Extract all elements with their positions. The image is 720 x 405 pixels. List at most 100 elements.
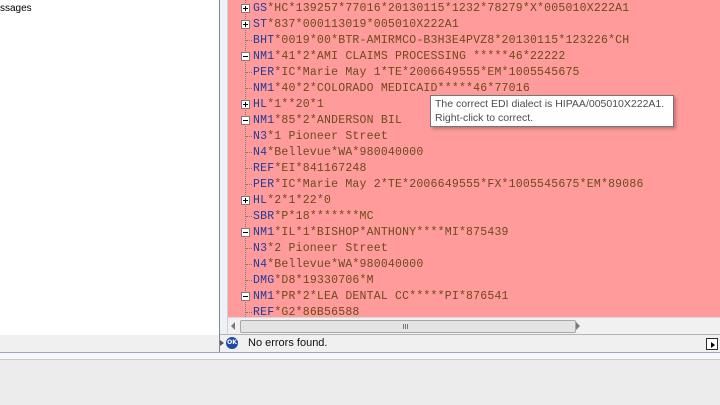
segment-id: N3 <box>253 242 268 255</box>
segment-text[interactable]: N3*2 Pioneer Street <box>253 241 388 257</box>
segment-text[interactable]: N4*Bellevue*WA*980040000 <box>253 257 423 273</box>
segment-data: *41*2*AMI CLAIMS PROCESSING *****46*2222… <box>274 50 566 63</box>
segment-data: *Bellevue*WA*980040000 <box>267 258 424 271</box>
splitter-handle[interactable] <box>220 0 228 336</box>
segment-row[interactable]: SBR*P*18*******MC <box>228 209 720 225</box>
segment-data: *HC*139257*77016*20130115*1232*78279*X*0… <box>267 2 630 15</box>
segment-row[interactable]: PER*IC*Marie May 2*TE*2006649555*FX*1005… <box>228 177 720 193</box>
scroll-left-arrow-icon[interactable] <box>231 322 235 330</box>
tree-connector <box>246 248 252 249</box>
tree-connector <box>246 280 252 281</box>
segment-text[interactable]: PER*IC*Marie May 2*TE*2006649555*FX*1005… <box>253 177 644 193</box>
segment-row[interactable]: DMG*D8*19330706*M <box>228 273 720 289</box>
segment-data: *IC*Marie May 2*TE*2006649555*FX*1005545… <box>274 178 644 191</box>
expand-icon[interactable] <box>241 100 250 109</box>
segment-row[interactable]: N4*Bellevue*WA*980040000 <box>228 257 720 273</box>
segment-text[interactable]: BHT*0019*00*BTR-AMIRMCO-B3H3E4PVZ8*20130… <box>253 33 629 49</box>
segment-id: REF <box>253 306 275 317</box>
segment-id: N3 <box>253 130 268 143</box>
segment-data: *IC*Marie May 1*TE*2006649555*EM*1005545… <box>274 66 580 79</box>
tree-connector <box>246 312 252 313</box>
corner-play-button[interactable] <box>706 338 718 350</box>
segment-row[interactable]: PER*IC*Marie May 1*TE*2006649555*EM*1005… <box>228 65 720 81</box>
segment-row[interactable]: NM1*41*2*AMI CLAIMS PROCESSING *****46*2… <box>228 49 720 65</box>
tree-connector <box>246 264 252 265</box>
segment-id: DMG <box>253 274 275 287</box>
segment-row[interactable]: ST*837*000113019*005010X222A1 <box>228 17 720 33</box>
segment-id: REF <box>253 162 275 175</box>
collapse-icon[interactable] <box>241 116 250 125</box>
collapse-icon[interactable] <box>241 228 250 237</box>
segment-data: *P*18*******MC <box>274 210 374 223</box>
segment-text[interactable]: HL*1**20*1 <box>253 97 324 113</box>
segment-row[interactable]: GS*HC*139257*77016*20130115*1232*78279*X… <box>228 1 720 17</box>
segment-data: *2*1*22*0 <box>267 194 332 207</box>
segment-text[interactable]: NM1*PR*2*LEA DENTAL CC*****PI*876541 <box>253 289 509 305</box>
segment-text[interactable]: GS*HC*139257*77016*20130115*1232*78279*X… <box>253 1 629 17</box>
segment-data: *85*2*ANDERSON BIL <box>274 114 403 127</box>
expand-icon[interactable] <box>241 4 250 13</box>
tree-connector <box>246 136 252 137</box>
segment-data: *PR*2*LEA DENTAL CC*****PI*876541 <box>274 290 509 303</box>
tooltip-line-1: The correct EDI dialect is HIPAA/005010X… <box>435 98 665 110</box>
tooltip-line-2: Right-click to correct. <box>435 112 534 124</box>
segment-text[interactable]: N4*Bellevue*WA*980040000 <box>253 145 423 161</box>
tree-connector <box>246 168 252 169</box>
collapse-icon[interactable] <box>241 292 250 301</box>
segment-text[interactable]: NM1*IL*1*BISHOP*ANTHONY****MI*875439 <box>253 225 509 241</box>
expand-icon[interactable] <box>241 20 250 29</box>
segment-data: *2 Pioneer Street <box>267 242 388 255</box>
segment-id: N4 <box>253 146 268 159</box>
segment-id: NM1 <box>253 50 275 63</box>
segment-row[interactable]: HL*2*1*22*0 <box>228 193 720 209</box>
tree-connector <box>246 88 252 89</box>
tree-connector <box>246 216 252 217</box>
segment-text[interactable]: N3*1 Pioneer Street <box>253 129 388 145</box>
segment-row[interactable]: N4*Bellevue*WA*980040000 <box>228 145 720 161</box>
segment-row[interactable]: N3*1 Pioneer Street <box>228 129 720 145</box>
segment-row[interactable]: NM1*IL*1*BISHOP*ANTHONY****MI*875439 <box>228 225 720 241</box>
segment-data: *837*000113019*005010X222A1 <box>267 18 459 31</box>
segment-data: *D8*19330706*M <box>274 274 374 287</box>
segment-text[interactable]: REF*EI*841167248 <box>253 161 367 177</box>
segment-id: ST <box>253 18 268 31</box>
expand-icon[interactable] <box>241 196 250 205</box>
scrollbar-thumb[interactable] <box>240 320 576 333</box>
segment-data: *1 Pioneer Street <box>267 130 388 143</box>
status-text: No errors found. <box>248 337 328 349</box>
segment-data: *Bellevue*WA*980040000 <box>267 146 424 159</box>
collapse-icon[interactable] <box>241 52 250 61</box>
segment-text[interactable]: ST*837*000113019*005010X222A1 <box>253 17 459 33</box>
expand-arrow-icon[interactable] <box>220 340 224 346</box>
segment-row[interactable]: N3*2 Pioneer Street <box>228 241 720 257</box>
segment-data: *40*2*COLORADO MEDICAID*****46*77016 <box>274 82 530 95</box>
segment-text[interactable]: SBR*P*18*******MC <box>253 209 374 225</box>
segment-row[interactable]: BHT*0019*00*BTR-AMIRMCO-B3H3E4PVZ8*20130… <box>228 33 720 49</box>
horizontal-scrollbar[interactable] <box>228 317 720 335</box>
segment-text[interactable]: REF*G2*86B56588 <box>253 305 360 317</box>
segment-text[interactable]: PER*IC*Marie May 1*TE*2006649555*EM*1005… <box>253 65 580 81</box>
tree-connector <box>246 40 252 41</box>
segment-id: SBR <box>253 210 275 223</box>
message-list-pane[interactable]: ssages <box>0 0 219 335</box>
segment-row[interactable]: NM1*PR*2*LEA DENTAL CC*****PI*876541 <box>228 289 720 305</box>
bottom-panel <box>0 359 720 405</box>
edi-editor[interactable]: GS*HC*139257*77016*20130115*1232*78279*X… <box>228 0 720 317</box>
scroll-right-arrow-icon[interactable] <box>576 322 580 330</box>
segment-text[interactable]: NM1*41*2*AMI CLAIMS PROCESSING *****46*2… <box>253 49 565 65</box>
segment-text[interactable]: HL*2*1*22*0 <box>253 193 331 209</box>
segment-text[interactable]: DMG*D8*19330706*M <box>253 273 374 289</box>
segment-id: GS <box>253 2 268 15</box>
segment-id: N4 <box>253 258 268 271</box>
segment-row[interactable]: REF*EI*841167248 <box>228 161 720 177</box>
tree-connector <box>246 184 252 185</box>
segment-row[interactable]: REF*G2*86B56588 <box>228 305 720 317</box>
segment-text[interactable]: NM1*85*2*ANDERSON BIL <box>253 113 402 129</box>
tree-connector <box>246 152 252 153</box>
segment-data: *1**20*1 <box>267 98 325 111</box>
segment-id: HL <box>253 98 268 111</box>
segment-id: PER <box>253 66 275 79</box>
ok-status-icon: OK <box>226 337 238 349</box>
segment-id: HL <box>253 194 268 207</box>
message-list-item[interactable]: ssages <box>0 3 32 14</box>
